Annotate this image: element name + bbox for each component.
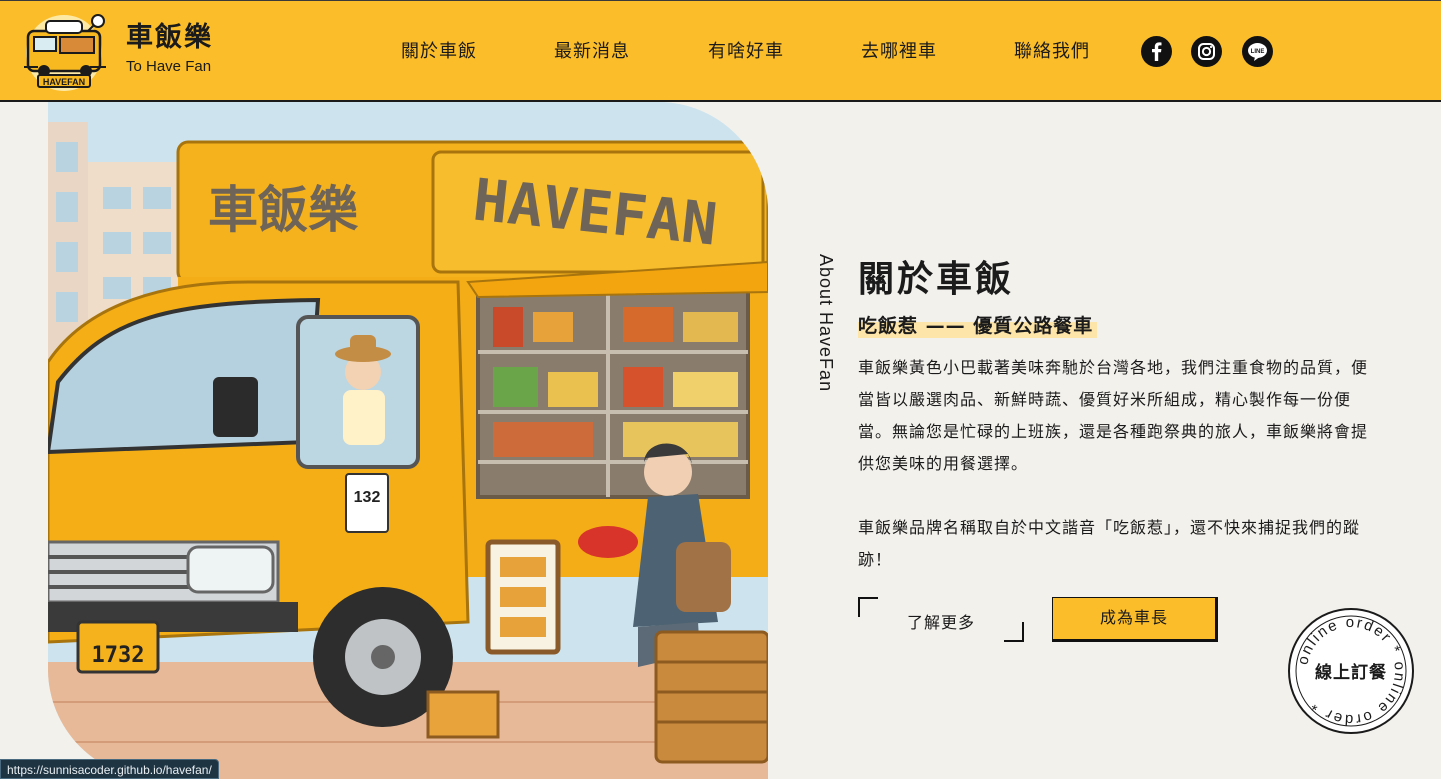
about-paragraph-2: 車飯樂品牌名稱取自於中文諧音「吃飯惹」，還不快來捕捉我們的蹤跡！ [858, 518, 1361, 569]
about-title: 關於車飯 [858, 259, 1015, 300]
svg-text:車飯樂: 車飯樂 [208, 181, 359, 239]
nav-item-news[interactable]: 最新消息 [554, 37, 630, 63]
about-subtitle: 吃飯惹 —— 優質公路餐車 [858, 311, 1098, 338]
online-order-label: 線上訂餐 [1315, 663, 1387, 683]
nav-item-locations[interactable]: 去哪裡車 [861, 37, 937, 63]
instagram-icon[interactable] [1191, 36, 1222, 67]
facebook-icon[interactable] [1141, 36, 1172, 67]
svg-text:1732: 1732 [92, 643, 145, 668]
svg-text:LINE: LINE [1251, 49, 1265, 55]
become-owner-button[interactable]: 成為車長 [1052, 597, 1218, 642]
learn-more-button[interactable]: 了解更多 [858, 597, 1024, 642]
svg-text:132: 132 [354, 489, 381, 506]
learn-more-label: 了解更多 [906, 613, 975, 632]
nav-item-about[interactable]: 關於車飯 [401, 37, 477, 63]
nav-item-trucks[interactable]: 有啥好車 [708, 37, 784, 63]
hero-food-truck-image: 車飯樂 HAVEFAN 1732 132 [48, 102, 768, 779]
site-header: HAVEFAN 車飯樂 To Have Fan 關於車飯 最新消息 有啥好車 去… [0, 0, 1441, 102]
brand-name: 車飯樂 [126, 22, 213, 53]
online-order-stamp[interactable]: online order * online order * 線上訂餐 [1286, 606, 1416, 736]
nav-item-contact[interactable]: 聯絡我們 [1014, 37, 1090, 63]
brand[interactable]: 車飯樂 To Have Fan [126, 21, 213, 75]
havefan-logo[interactable]: HAVEFAN [18, 9, 114, 91]
brand-tagline: To Have Fan [126, 58, 212, 75]
line-icon[interactable]: LINE [1242, 36, 1273, 67]
about-paragraph-1: 車飯樂黃色小巴載著美味奔馳於台灣各地，我們注重食物的品質，便當皆以嚴選肉品、新鮮… [858, 358, 1369, 473]
about-vertical-label: About HaveFan [816, 254, 836, 393]
status-bar-url: https://sunnisacoder.github.io/havefan/ [0, 759, 219, 779]
svg-text:HAVEFAN: HAVEFAN [43, 77, 85, 87]
